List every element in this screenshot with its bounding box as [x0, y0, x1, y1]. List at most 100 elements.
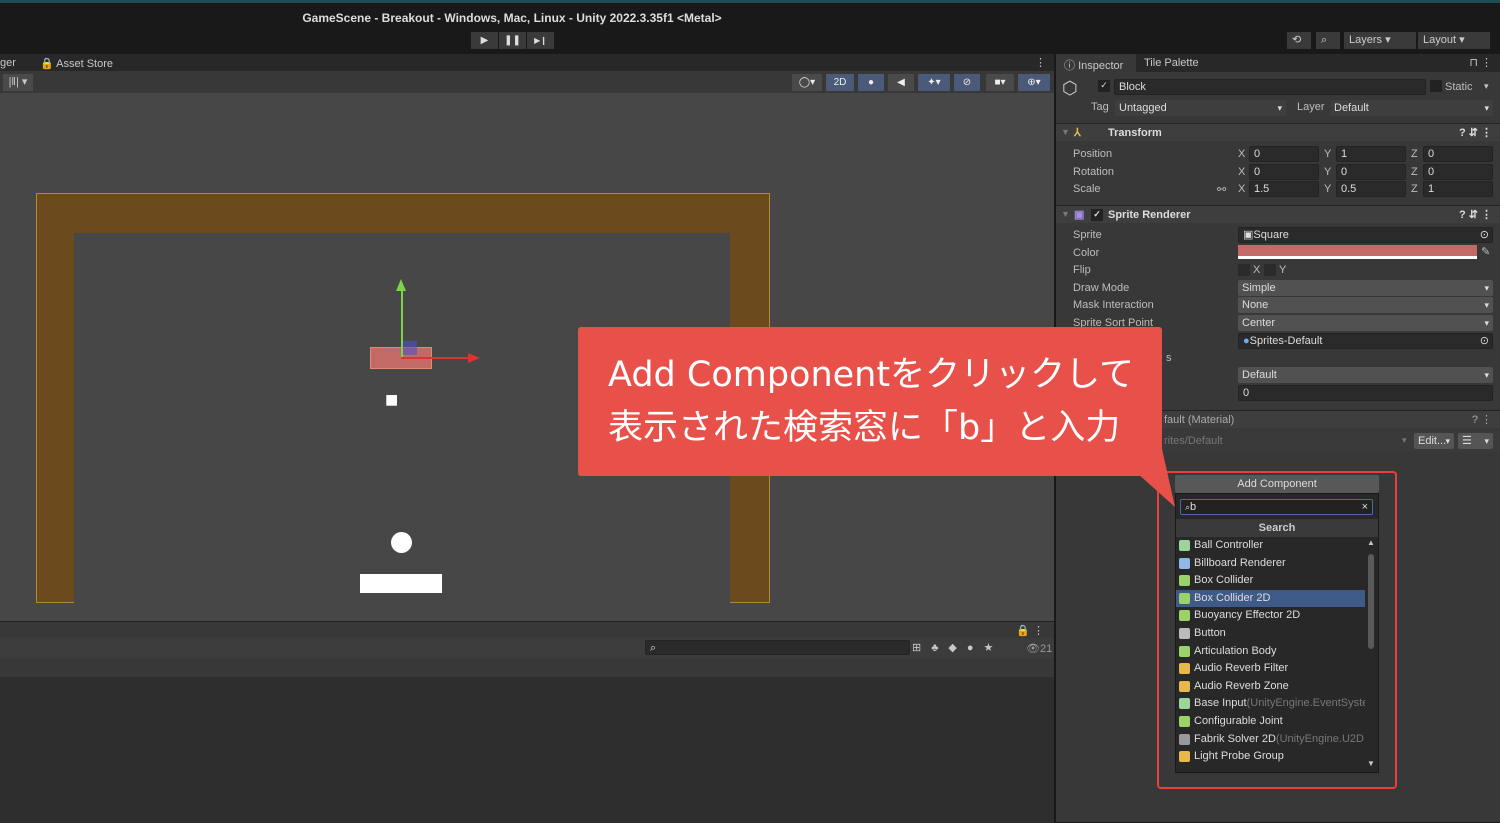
- eyedropper-icon[interactable]: ✎: [1481, 245, 1490, 258]
- search-icon[interactable]: ⌕: [1316, 32, 1340, 49]
- component-item[interactable]: Light Probe Group: [1176, 748, 1365, 766]
- camera-icon[interactable]: ■▾: [986, 74, 1014, 91]
- link-icon[interactable]: ⚯: [1217, 183, 1226, 196]
- tab-partial[interactable]: ger: [0, 57, 16, 69]
- component-item[interactable]: Base Input(UnityEngine.EventSyste: [1176, 695, 1365, 713]
- layers-dropdown[interactable]: Layers ▾: [1344, 32, 1416, 49]
- mask-dropdown[interactable]: None: [1238, 297, 1493, 313]
- component-item[interactable]: Box Collider: [1176, 572, 1365, 590]
- component-item[interactable]: Buoyancy Effector 2D: [1176, 607, 1365, 625]
- plane-handle[interactable]: [403, 341, 417, 355]
- grid-snap-icon[interactable]: |‖| ▾: [3, 74, 33, 91]
- lock-icon[interactable]: 🔒 ⋮: [1016, 624, 1044, 637]
- object-name-input[interactable]: Block: [1114, 79, 1426, 95]
- x-axis-handle[interactable]: [401, 357, 471, 359]
- order-in-layer-field[interactable]: 0: [1238, 385, 1493, 401]
- scale-y[interactable]: 0.5: [1336, 181, 1406, 197]
- transform-header[interactable]: ▼ ⅄ Transform ? ⇵ ⋮: [1056, 123, 1500, 141]
- shading-dropdown[interactable]: ◯▾: [792, 74, 822, 91]
- component-item[interactable]: Audio Reverb Zone: [1176, 678, 1365, 696]
- sprite-renderer-title: Sprite Renderer: [1108, 209, 1191, 221]
- layout-dropdown[interactable]: Layout ▾: [1418, 32, 1490, 49]
- component-item[interactable]: Fabrik Solver 2D(UnityEngine.U2D.: [1176, 731, 1365, 749]
- visibility-icon[interactable]: ⊘: [954, 74, 980, 91]
- layer-dropdown[interactable]: Default: [1330, 100, 1493, 116]
- add-component-button[interactable]: Add Component: [1175, 475, 1379, 493]
- draw-mode-dropdown[interactable]: Simple: [1238, 280, 1493, 296]
- foldout-icon[interactable]: ▼: [1061, 127, 1070, 137]
- lighting-icon[interactable]: ●: [858, 74, 884, 91]
- static-dropdown-icon[interactable]: ▾: [1484, 81, 1489, 92]
- scale-z[interactable]: 1: [1423, 181, 1493, 197]
- clear-search-icon[interactable]: ×: [1362, 500, 1368, 514]
- x-arrow-icon[interactable]: [468, 353, 480, 363]
- gizmos-icon[interactable]: ⊕▾: [1018, 74, 1050, 91]
- shader-options-icon[interactable]: ☰: [1458, 433, 1493, 449]
- component-menu-icons[interactable]: ? ⇵ ⋮: [1459, 126, 1492, 139]
- sort-dropdown[interactable]: Center: [1238, 315, 1493, 331]
- camera-gizmo-icon: ■: [385, 387, 399, 412]
- tab-inspector[interactable]: ⓘ Inspector: [1056, 54, 1136, 72]
- rotation-y[interactable]: 0: [1336, 164, 1406, 180]
- mask-label: Mask Interaction: [1073, 299, 1154, 311]
- component-item[interactable]: Configurable Joint: [1176, 713, 1365, 731]
- component-icon: [1179, 575, 1190, 587]
- component-search-input[interactable]: ⌕b ×: [1180, 499, 1373, 515]
- effects-icon[interactable]: ✦▾: [918, 74, 950, 91]
- pause-button[interactable]: ❚❚: [499, 32, 526, 49]
- foldout-icon[interactable]: ▼: [1061, 209, 1070, 219]
- tag-dropdown[interactable]: Untagged: [1115, 100, 1286, 116]
- component-item[interactable]: Articulation Body: [1176, 643, 1365, 661]
- paddle-sprite[interactable]: [360, 574, 442, 593]
- flip-y-checkbox[interactable]: [1264, 264, 1276, 276]
- component-item[interactable]: Button: [1176, 625, 1365, 643]
- rotation-x[interactable]: 0: [1249, 164, 1319, 180]
- component-item[interactable]: Billboard Renderer: [1176, 555, 1365, 573]
- more-icon[interactable]: ⋮: [1035, 56, 1046, 69]
- component-item[interactable]: Ball Controller: [1176, 537, 1365, 555]
- audio-icon[interactable]: ◀: [888, 74, 914, 91]
- play-button[interactable]: ▶: [471, 32, 498, 49]
- object-picker-icon[interactable]: ⊙: [1480, 334, 1489, 348]
- tab-tile-palette[interactable]: Tile Palette: [1144, 57, 1199, 69]
- scrollbar-thumb[interactable]: [1368, 554, 1374, 649]
- position-z[interactable]: 0: [1423, 146, 1493, 162]
- 2d-toggle[interactable]: 2D: [826, 74, 854, 91]
- material-menu-icons[interactable]: ? ⋮: [1472, 413, 1492, 426]
- rotation-row: Rotation X0 Y0 Z0: [1056, 164, 1500, 182]
- ball-sprite[interactable]: [391, 532, 412, 553]
- tab-inspector-label: Inspector: [1078, 60, 1124, 72]
- scale-x[interactable]: 1.5: [1249, 181, 1319, 197]
- active-checkbox[interactable]: ✓: [1098, 80, 1110, 92]
- sorting-layer-dropdown[interactable]: Default: [1238, 367, 1493, 383]
- component-menu-icons[interactable]: ? ⇵ ⋮: [1459, 208, 1492, 221]
- scroll-down-icon[interactable]: ▼: [1367, 759, 1375, 768]
- edit-shader-button[interactable]: Edit...: [1414, 433, 1454, 449]
- transform-title: Transform: [1108, 127, 1162, 139]
- sprite-renderer-header[interactable]: ▼ ▣ ✓ Sprite Renderer ? ⇵ ⋮: [1056, 205, 1500, 223]
- y-label: Y: [1324, 148, 1332, 160]
- enabled-checkbox[interactable]: ✓: [1091, 209, 1103, 221]
- component-namespace: (UnityEngine.EventSyste: [1246, 697, 1365, 710]
- position-x[interactable]: 0: [1249, 146, 1319, 162]
- object-picker-icon[interactable]: ⊙: [1480, 228, 1489, 242]
- component-item[interactable]: Audio Reverb Filter: [1176, 660, 1365, 678]
- position-y[interactable]: 1: [1336, 146, 1406, 162]
- filter-icons[interactable]: ⊞♣◆●★: [912, 641, 1003, 654]
- shader-dropdown-icon[interactable]: ▾: [1402, 435, 1407, 446]
- material-field[interactable]: ●Sprites-Default ⊙: [1238, 333, 1493, 349]
- tab-asset-store[interactable]: 🔒 Asset Store: [40, 57, 113, 70]
- rotation-z[interactable]: 0: [1423, 164, 1493, 180]
- step-button[interactable]: ▶❙: [527, 32, 554, 49]
- static-checkbox[interactable]: [1430, 80, 1442, 92]
- x-label: X: [1238, 183, 1246, 195]
- color-field[interactable]: [1238, 245, 1477, 259]
- scroll-up-icon[interactable]: ▲: [1367, 538, 1375, 547]
- project-search-input[interactable]: ⌕: [645, 640, 910, 655]
- sprite-field[interactable]: ▣Square ⊙: [1238, 227, 1493, 243]
- component-item[interactable]: Box Collider 2D: [1176, 589, 1365, 608]
- history-icon[interactable]: ⟲: [1287, 32, 1311, 49]
- flip-x-checkbox[interactable]: [1238, 264, 1250, 276]
- inspector-lock-icon[interactable]: ⊓ ⋮: [1469, 56, 1492, 69]
- y-arrow-icon[interactable]: [396, 279, 406, 291]
